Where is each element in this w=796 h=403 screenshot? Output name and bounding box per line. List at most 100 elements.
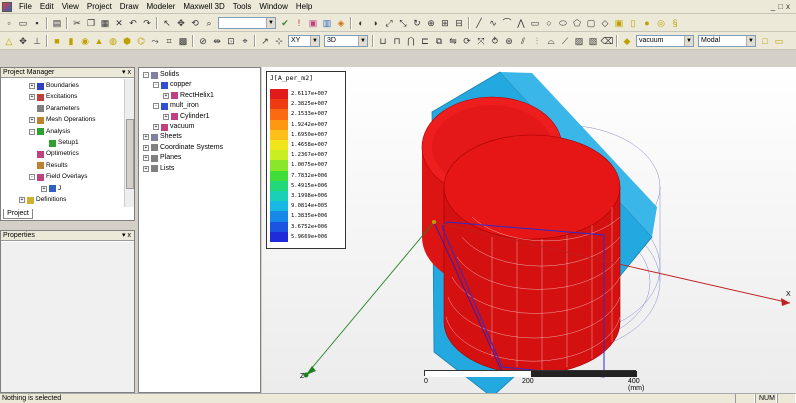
sweep-around-icon[interactable]: ⥁ (489, 35, 501, 47)
torus-icon[interactable]: ◎ (655, 17, 667, 29)
lock-icon[interactable]: ⊡ (225, 35, 237, 47)
separate-icon[interactable]: ⫶ (531, 35, 543, 47)
box-icon[interactable]: ▣ (613, 17, 625, 29)
rotate-object-icon[interactable]: ⟳ (461, 35, 473, 47)
tree-item[interactable]: + J (41, 184, 61, 194)
tree-item[interactable]: + Boundaries (29, 81, 79, 91)
subtract-icon[interactable]: ⊓ (391, 35, 403, 47)
expand-toggle-icon[interactable]: + (29, 83, 35, 89)
tree-item[interactable]: Parameters (29, 104, 80, 114)
solid-box-icon[interactable]: ■ (51, 35, 63, 47)
plane-select[interactable]: XY ▼ (288, 34, 320, 47)
plane-icon[interactable]: ◇ (599, 17, 611, 29)
snap-icon[interactable]: ⌖ (239, 35, 251, 47)
fit-selection-icon[interactable]: ⤡ (397, 17, 409, 29)
mirror-icon[interactable]: ⇋ (447, 35, 459, 47)
mode-select[interactable]: Modal ▼ (698, 34, 756, 47)
expand-toggle-icon[interactable]: + (29, 94, 35, 101)
model-tree-item[interactable]: + vacuum (153, 122, 195, 132)
model-tree-item[interactable]: + RectHelix1 (163, 91, 214, 101)
origin-icon[interactable]: ⊹ (273, 35, 285, 47)
polygon-icon[interactable]: ⬠ (571, 17, 583, 29)
layer-icon[interactable]: ▭ (773, 35, 785, 47)
section-icon[interactable]: ⫽ (517, 35, 529, 47)
measure-icon[interactable]: ⇹ (211, 35, 223, 47)
spline-icon[interactable]: ∿ (487, 17, 499, 29)
project-tree-scrollbar[interactable] (124, 79, 134, 207)
scrollbar-thumb[interactable] (126, 119, 134, 189)
fillet-icon[interactable]: ⌓ (545, 35, 557, 47)
duplicate-icon[interactable]: ⧉ (433, 35, 445, 47)
delete-icon[interactable]: ✕ (113, 17, 125, 29)
view-select[interactable]: 3D ▼ (324, 34, 368, 47)
solid-torus-icon[interactable]: ◍ (107, 35, 119, 47)
model-tree-item[interactable]: - Solids (143, 70, 179, 80)
zoom-in-icon[interactable]: ⊞ (439, 17, 451, 29)
selection-filter-select[interactable]: ▼ (218, 16, 276, 29)
model-tree-item[interactable]: + Planes (143, 153, 181, 163)
cone-icon[interactable]: △ (3, 35, 15, 47)
sphere-icon[interactable]: ● (641, 17, 653, 29)
wrap-icon[interactable]: ⊛ (503, 35, 515, 47)
zoom-out-icon[interactable]: ⊟ (453, 17, 465, 29)
tree-item[interactable]: - Field Overlays (29, 172, 88, 182)
select-icon[interactable]: ↖ (161, 17, 173, 29)
spin-icon[interactable]: ↻ (411, 17, 423, 29)
expand-toggle-icon[interactable]: + (143, 144, 149, 151)
field-plot-icon[interactable]: ▣ (307, 17, 319, 29)
polyline-icon[interactable]: ⋀ (515, 17, 527, 29)
region-icon[interactable]: ▢ (585, 17, 597, 29)
ellipse-icon[interactable]: ⬭ (557, 17, 569, 29)
model-tree-item[interactable]: + Lists (143, 164, 174, 174)
menu-project[interactable]: Project (83, 0, 116, 14)
expand-toggle-icon[interactable]: - (29, 174, 35, 181)
pane-controls[interactable]: ▾ x (122, 231, 134, 240)
tree-item[interactable]: + Definitions (19, 195, 66, 205)
menu-edit[interactable]: Edit (36, 0, 58, 14)
solid-sphere-icon[interactable]: ◉ (79, 35, 91, 47)
rectangle-icon[interactable]: ▭ (529, 17, 541, 29)
hide-icon[interactable]: ◐ (355, 17, 367, 29)
expand-toggle-icon[interactable]: + (143, 155, 149, 162)
circle-icon[interactable]: ○ (543, 17, 555, 29)
auto-icon[interactable]: □ (759, 35, 771, 47)
line-icon[interactable]: ╱ (473, 17, 485, 29)
unite-icon[interactable]: ⊔ (377, 35, 389, 47)
menu-tools[interactable]: Tools (229, 0, 256, 14)
open-folder-icon[interactable]: ▭ (17, 17, 29, 29)
expand-toggle-icon[interactable]: + (143, 165, 149, 172)
loft-icon[interactable]: ⌗ (163, 35, 175, 47)
paste-icon[interactable]: ▦ (99, 17, 111, 29)
move-icon[interactable]: ✥ (17, 35, 29, 47)
model-tree-item[interactable]: + Coordinate Systems (143, 143, 223, 153)
expand-toggle-icon[interactable]: + (143, 134, 149, 141)
expand-toggle-icon[interactable]: - (153, 82, 159, 89)
undo-icon[interactable]: ↶ (127, 17, 139, 29)
material-select[interactable]: vacuum ▼ (636, 34, 694, 47)
expand-toggle-icon[interactable]: + (41, 185, 47, 192)
detach-icon[interactable]: ⌫ (601, 35, 614, 47)
rotate-icon[interactable]: ⟲ (189, 17, 201, 29)
solid-helix-icon[interactable]: ⌬ (135, 35, 147, 47)
menu-draw[interactable]: Draw (116, 0, 143, 14)
restore-button[interactable]: □ (778, 2, 783, 11)
cut-icon[interactable]: ✂ (71, 17, 83, 29)
split-icon[interactable]: ⊘ (197, 35, 209, 47)
expand-toggle-icon[interactable]: + (163, 92, 169, 99)
tree-item[interactable]: Optimetrics (29, 149, 79, 159)
modeler-viewport[interactable]: X Z J[A_per_m2] 2.6117e+007 2.3825e+007 2.… (262, 67, 796, 393)
expand-toggle-icon[interactable]: + (19, 197, 25, 203)
new-file-icon[interactable]: ▫ (3, 17, 15, 29)
excitation-icon[interactable]: ◈ (335, 17, 347, 29)
print-icon[interactable]: ▤ (51, 17, 63, 29)
close-button[interactable]: x (786, 2, 790, 11)
menu-modeler[interactable]: Modeler (142, 0, 179, 14)
intersect-icon[interactable]: ⋂ (405, 35, 417, 47)
model-tree[interactable]: - Solids - copper + RectHelix1- mult_iron + Cyli… (138, 67, 261, 393)
expand-toggle-icon[interactable]: + (153, 124, 159, 130)
orient-icon[interactable]: ⊕ (425, 17, 437, 29)
menu-maxwell3d[interactable]: Maxwell 3D (179, 0, 228, 14)
analyze-icon[interactable]: ! (293, 17, 305, 29)
copy-icon[interactable]: ❐ (85, 17, 97, 29)
menu-help[interactable]: Help (292, 0, 316, 14)
